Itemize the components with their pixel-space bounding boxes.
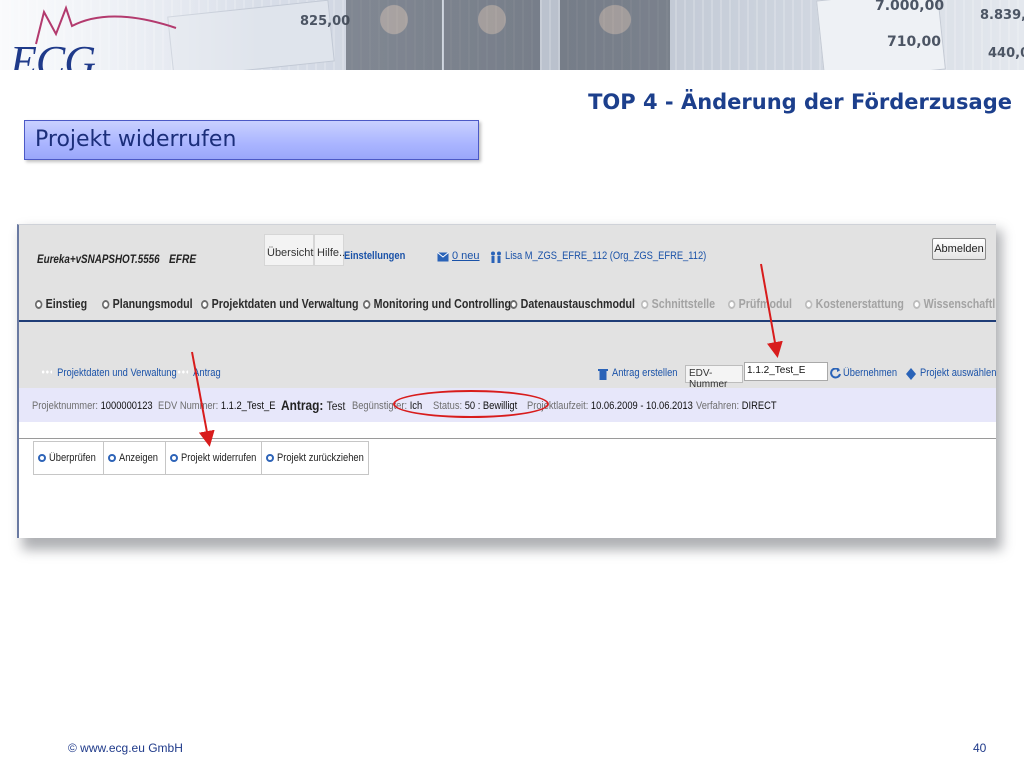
tab-label: Überprüfen bbox=[49, 452, 96, 464]
field-label: Antrag: bbox=[281, 397, 324, 413]
project-number: Projektnummer: 1000000123 bbox=[32, 400, 153, 412]
app-brand: Eureka+vSNAPSHOT.5556 bbox=[37, 252, 160, 266]
status-highlight-ellipse bbox=[393, 390, 549, 418]
page-title: TOP 4 - Änderung der Förderzusage bbox=[588, 90, 1012, 114]
nav-item-wissenschaft: Wissenschaftli bbox=[913, 296, 996, 311]
app-header: Eureka+vSNAPSHOT.5556 EFRE Übersicht... … bbox=[19, 225, 996, 390]
company-logo: ECG bbox=[10, 37, 96, 70]
nav-bullet-icon bbox=[102, 300, 110, 309]
tab-bullet-icon bbox=[38, 454, 46, 462]
nav-label: Schnittstelle bbox=[651, 296, 716, 311]
banner-figure: 440,00 bbox=[988, 46, 1024, 61]
field-value: 1.1.2_Test_E bbox=[220, 400, 276, 412]
nav-label: Datenaustauschmodul bbox=[520, 296, 635, 311]
banner-figure: 825,00 bbox=[300, 14, 351, 29]
tab-bullet-icon bbox=[170, 454, 178, 462]
app-module: EFRE bbox=[169, 252, 197, 266]
nav-bullet-icon bbox=[913, 300, 921, 309]
nav-item-planungsmodul[interactable]: Planungsmodul bbox=[102, 296, 193, 311]
nav-bullet-icon bbox=[805, 300, 813, 309]
nav-bullet-icon bbox=[363, 300, 371, 309]
banner-figure: 7.000,00 bbox=[875, 0, 945, 14]
trash-icon bbox=[598, 369, 608, 380]
field-value: Test bbox=[326, 399, 346, 413]
nav-label: Prüfmodul bbox=[738, 296, 792, 311]
tab-bullet-icon bbox=[266, 454, 274, 462]
edv-number: EDV Nummer: 1.1.2_Test_E bbox=[158, 400, 275, 412]
nav-bullet-icon bbox=[35, 300, 43, 309]
action-tabs: Überprüfen Anzeigen Projekt widerrufen P… bbox=[33, 441, 369, 475]
footer-copyright: © www.ecg.eu GmbH bbox=[68, 741, 183, 755]
nav-label: Planungsmodul bbox=[112, 296, 193, 311]
overview-button[interactable]: Übersicht... bbox=[264, 234, 323, 266]
refresh-icon bbox=[830, 368, 841, 379]
procedure: Verfahren: DIRECT bbox=[696, 400, 777, 412]
settings-link[interactable]: Einstellungen bbox=[344, 250, 405, 262]
tab-bullet-icon bbox=[108, 454, 116, 462]
banner-figure: 710,00 bbox=[887, 34, 942, 50]
nav-item-projektdaten[interactable]: Projektdaten und Verwaltung bbox=[201, 296, 359, 311]
content-divider bbox=[19, 438, 996, 439]
banner-figure: 8.839,00 bbox=[980, 8, 1024, 23]
edv-number-label: EDV-Nummer bbox=[685, 365, 743, 390]
header-banner: 825,00 7.000,00 710,00 8.839,00 440,00 E… bbox=[0, 0, 1024, 70]
nav-bullet-icon bbox=[728, 300, 736, 309]
nav-item-kostenerstattung: Kostenerstattung bbox=[805, 296, 904, 311]
app-screenshot: Eureka+vSNAPSHOT.5556 EFRE Übersicht... … bbox=[17, 224, 996, 538]
tab-label: Projekt widerrufen bbox=[181, 452, 257, 464]
banner-person-image bbox=[346, 0, 442, 70]
nav-label: Monitoring und Controlling bbox=[373, 296, 512, 311]
messages-link[interactable]: 0 neu bbox=[452, 250, 480, 262]
nav-bullet-icon bbox=[201, 300, 209, 309]
nav-label: Wissenschaftli bbox=[923, 296, 996, 311]
breadcrumb-label: Projektdaten und Verwaltung bbox=[57, 367, 177, 379]
tab-anzeigen[interactable]: Anzeigen bbox=[104, 442, 166, 474]
nav-label: Projektdaten und Verwaltung bbox=[211, 296, 359, 311]
field-value: DIRECT bbox=[741, 400, 777, 412]
nav-label: Kostenerstattung bbox=[815, 296, 904, 311]
tab-label: Projekt zurückziehen bbox=[277, 452, 364, 464]
field-label: Verfahren: bbox=[696, 400, 740, 412]
create-application-link[interactable]: Antrag erstellen bbox=[612, 367, 677, 379]
nav-item-einstieg[interactable]: Einstieg bbox=[35, 296, 87, 311]
select-project-icon bbox=[906, 368, 916, 380]
tab-label: Anzeigen bbox=[119, 452, 158, 464]
section-heading-text: Projekt widerrufen bbox=[35, 127, 237, 152]
nav-bullet-icon bbox=[641, 300, 649, 309]
nav-item-pruefmodul: Prüfmodul bbox=[728, 296, 792, 311]
user-icon bbox=[491, 251, 501, 263]
breadcrumb-projektdaten[interactable]: Projektdaten und Verwaltung bbox=[41, 367, 177, 379]
tab-projekt-zurueckziehen[interactable]: Projekt zurückziehen bbox=[262, 442, 368, 474]
edv-number-input[interactable]: 1.1.2_Test_E bbox=[744, 362, 828, 381]
nav-separator bbox=[19, 320, 996, 322]
logout-button[interactable]: Abmelden bbox=[932, 238, 986, 260]
nav-item-monitoring[interactable]: Monitoring und Controlling bbox=[363, 296, 511, 311]
breadcrumb-antrag[interactable]: Antrag bbox=[177, 367, 221, 379]
nav-label: Einstieg bbox=[45, 296, 88, 311]
field-value: 1000000123 bbox=[100, 400, 153, 412]
field-label: EDV Nummer: bbox=[158, 400, 219, 412]
page-number: 40 bbox=[973, 741, 987, 755]
select-project-link[interactable]: Projekt auswählen bbox=[920, 367, 996, 379]
nav-bullet-icon bbox=[510, 300, 518, 309]
application-name: Antrag: Test bbox=[281, 397, 345, 413]
mail-icon[interactable] bbox=[437, 252, 449, 262]
apply-link[interactable]: Übernehmen bbox=[843, 367, 897, 379]
field-value: 10.06.2009 - 10.06.2013 bbox=[590, 400, 693, 412]
help-button[interactable]: Hilfe... bbox=[314, 234, 348, 266]
nav-item-schnittstelle: Schnittstelle bbox=[641, 296, 715, 311]
breadcrumb-dots-icon bbox=[177, 370, 189, 374]
user-name: Lisa M_ZGS_EFRE_112 (Org_ZGS_EFRE_112) bbox=[505, 250, 707, 262]
field-label: Projektnummer: bbox=[32, 400, 98, 412]
tab-projekt-widerrufen[interactable]: Projekt widerrufen bbox=[166, 442, 262, 474]
breadcrumb-dots-icon bbox=[41, 370, 53, 374]
nav-item-datenaustausch[interactable]: Datenaustauschmodul bbox=[510, 296, 635, 311]
section-heading: Projekt widerrufen bbox=[24, 120, 479, 160]
breadcrumb-label: Antrag bbox=[193, 367, 221, 379]
project-duration: Projektlaufzeit: 10.06.2009 - 10.06.2013 bbox=[527, 400, 693, 412]
banner-person-image bbox=[560, 0, 670, 70]
tab-ueberpruefen[interactable]: Überprüfen bbox=[34, 442, 104, 474]
banner-person-image bbox=[444, 0, 540, 70]
